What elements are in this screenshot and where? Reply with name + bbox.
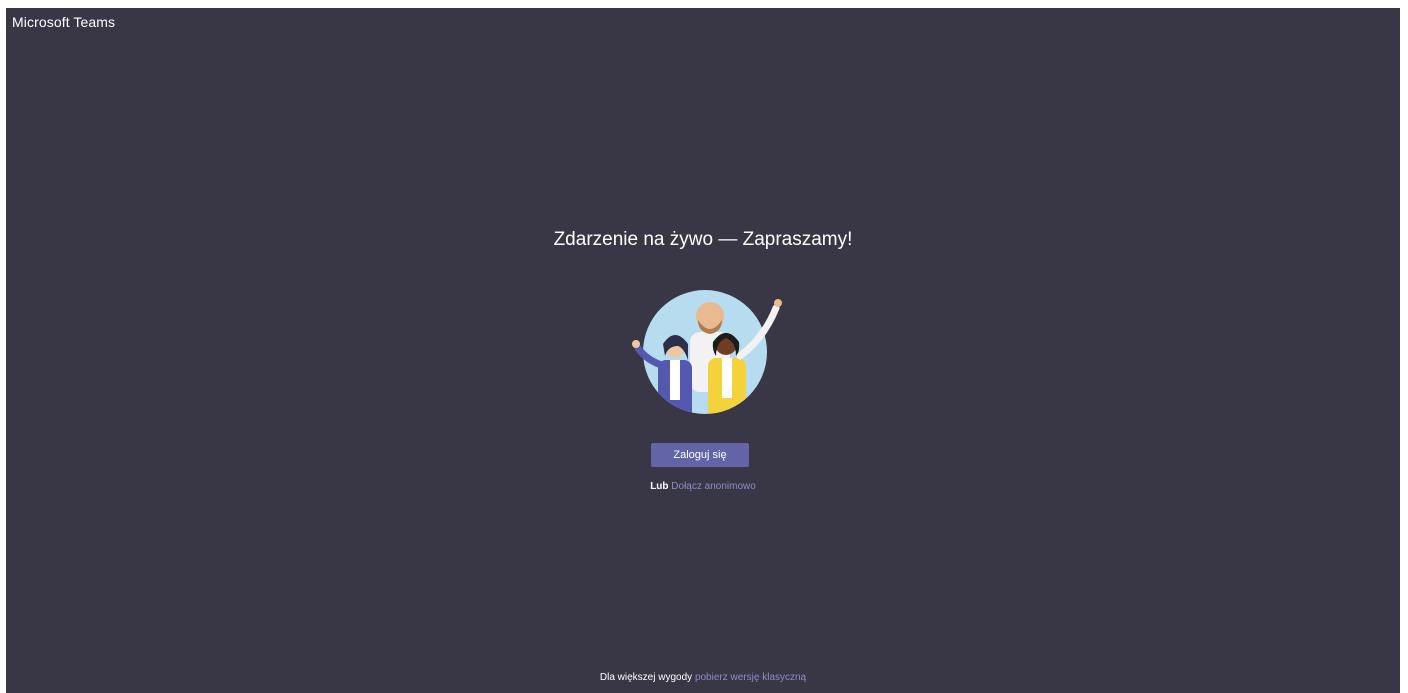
app-window: Microsoft Teams Zdarzenie na żywo — Zapr… [6, 8, 1400, 693]
app-title: Microsoft Teams [12, 14, 116, 30]
page-title: Zdarzenie na żywo — Zapraszamy! [553, 229, 853, 250]
footer-text: Dla większej wygody [599, 672, 693, 683]
join-anonymously-link[interactable]: Dołącz anonimowo [671, 481, 756, 492]
or-join-anonymously-line: Lub Dołącz anonimowo [6, 481, 1400, 492]
footer: Dla większej wygody pobierz wersję klasy… [6, 672, 1400, 683]
people-waving-illustration-icon [632, 290, 782, 414]
download-desktop-link[interactable]: pobierz wersję klasyczną [695, 672, 806, 683]
sign-in-button[interactable]: Zaloguj się [651, 443, 749, 467]
or-label: Lub [650, 481, 669, 492]
